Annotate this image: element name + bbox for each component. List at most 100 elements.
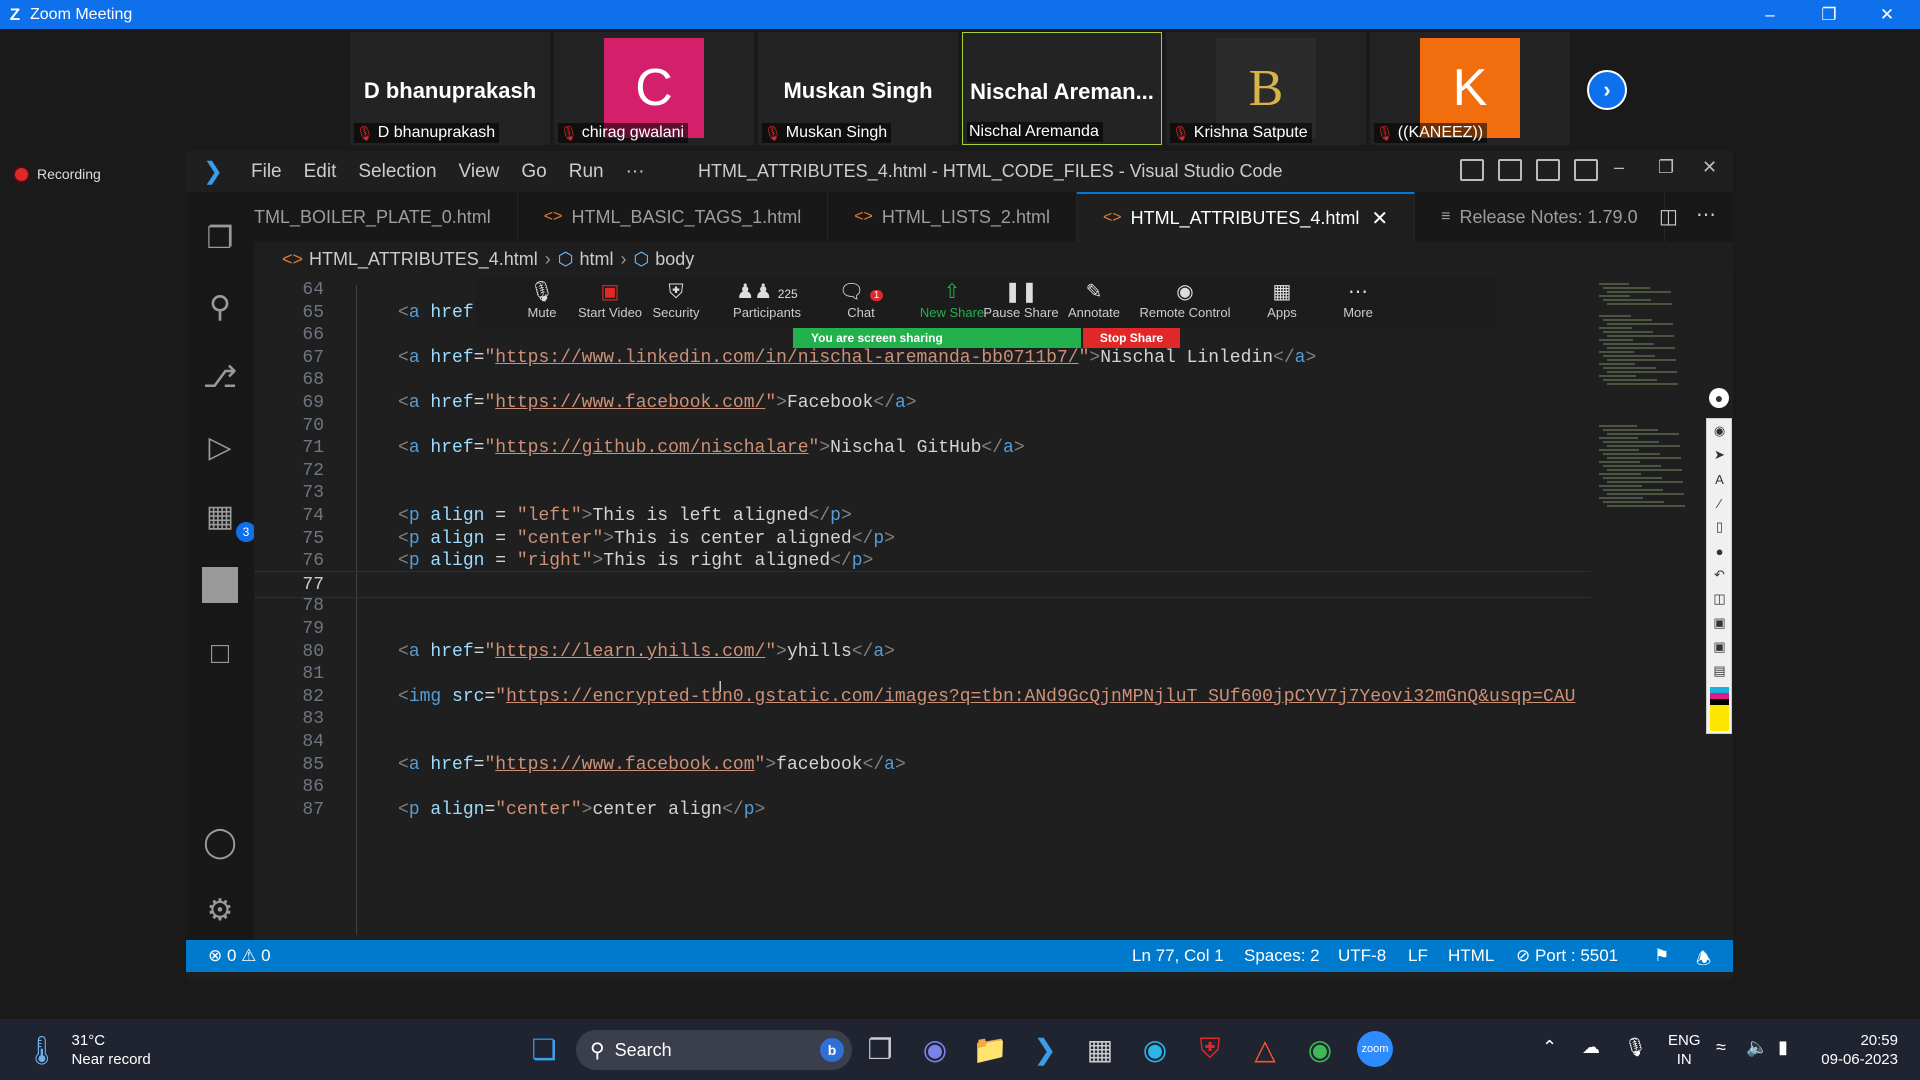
menu-more[interactable]: ···	[615, 161, 656, 183]
menu-file[interactable]: File	[240, 161, 293, 183]
file-explorer-icon[interactable]: 📁	[972, 1031, 1008, 1067]
vscode-restore-button[interactable]: ❐	[1658, 157, 1674, 178]
end-of-line[interactable]: LF	[1408, 946, 1428, 966]
save-icon[interactable]: ▣	[1710, 615, 1729, 631]
explorer-icon[interactable]: ❐	[200, 218, 240, 258]
eraser-icon[interactable]: ▯	[1710, 519, 1729, 535]
tab-basic-tags[interactable]: <> HTML_BASIC_TAGS_1.html	[518, 192, 829, 242]
tab-lists[interactable]: <> HTML_LISTS_2.html	[828, 192, 1077, 242]
tab-boiler-plate[interactable]: TML_BOILER_PLATE_0.html	[254, 192, 518, 242]
remote-explorer-icon[interactable]: □	[200, 634, 240, 674]
undo-icon[interactable]: ↶	[1710, 567, 1729, 583]
language-mode[interactable]: HTML	[1448, 946, 1494, 966]
tab-release-notes[interactable]: ≡ Release Notes: 1.79.0	[1415, 192, 1665, 242]
color-yellow-swatch[interactable]	[1710, 711, 1729, 731]
close-button[interactable]: ✕	[1858, 0, 1916, 29]
edge-icon[interactable]: ◉	[1137, 1031, 1173, 1067]
pause-share-button[interactable]: ❚❚ Pause Share	[981, 279, 1061, 320]
code-editor[interactable]: 64 65 <a href 66 67 <a href="https://www.link…	[254, 275, 1591, 940]
onedrive-cloud-icon[interactable]: ☁	[1582, 1037, 1600, 1058]
toggle-secondary-sidebar-icon[interactable]	[1536, 159, 1560, 181]
select-arrow-icon[interactable]: ➤	[1710, 447, 1729, 463]
participant-tile[interactable]: Muskan Singh 🎙 Muskan Singh	[758, 32, 958, 145]
spotlight-icon[interactable]: ◉	[1710, 423, 1729, 439]
format-dot-icon[interactable]: ●	[1710, 543, 1729, 559]
next-page-button[interactable]: ›	[1587, 70, 1627, 110]
clear-trash-icon[interactable]: ◫	[1710, 591, 1729, 607]
microsoft-store-icon[interactable]: ▦	[1082, 1031, 1118, 1067]
weather-widget[interactable]: 🌡 31°C Near record	[24, 1031, 151, 1069]
recording-indicator[interactable]: Recording	[15, 166, 101, 182]
encoding[interactable]: UTF-8	[1338, 946, 1386, 966]
camera-icon[interactable]: ▣	[1710, 639, 1729, 655]
color-palette-icon[interactable]	[1710, 687, 1729, 711]
notifications-bell-icon[interactable]: 🕭	[1696, 946, 1711, 975]
participant-tile[interactable]: D bhanuprakash 🎙 D bhanuprakash	[350, 32, 550, 145]
menu-edit[interactable]: Edit	[293, 161, 348, 183]
vscode-minimize-button[interactable]: –	[1614, 157, 1624, 178]
text-tool-icon[interactable]: A	[1710, 471, 1729, 487]
screen-sharing-bar[interactable]: You are screen sharing	[793, 328, 1081, 348]
menu-go[interactable]: Go	[510, 161, 557, 183]
new-share-button[interactable]: ⇧ New Share	[912, 279, 992, 320]
show-hidden-icons-chevron-up-icon[interactable]: ⌃	[1542, 1037, 1557, 1058]
search-icon[interactable]: ⚲	[200, 287, 240, 327]
participant-tile[interactable]: C 🎙 chirag gwalani	[554, 32, 754, 145]
live-server-port[interactable]: ⊘ Port : 5501	[1516, 946, 1618, 966]
more-actions-icon[interactable]: ⋯	[1696, 202, 1716, 227]
run-debug-icon[interactable]: ▷	[200, 427, 240, 467]
stop-square-icon[interactable]	[200, 565, 240, 605]
clipboard-icon[interactable]: ▤	[1710, 663, 1729, 679]
participants-button[interactable]: ♟♟ 225 Participants	[722, 279, 812, 320]
split-editor-icon[interactable]: ◫	[1659, 204, 1678, 229]
cursor-position[interactable]: Ln 77, Col 1	[1132, 946, 1224, 966]
chat-button[interactable]: 🗨 1 Chat	[821, 279, 901, 320]
breadcrumb-body[interactable]: body	[655, 249, 694, 270]
menu-view[interactable]: View	[448, 161, 511, 183]
clock[interactable]: 20:59 09-06-2023	[1818, 1031, 1898, 1069]
menu-run[interactable]: Run	[558, 161, 615, 183]
toggle-panel-icon[interactable]	[1498, 159, 1522, 181]
apps-button[interactable]: ▦ Apps	[1242, 279, 1322, 320]
breadcrumb-html[interactable]: html	[579, 249, 613, 270]
more-button[interactable]: ⋯ More	[1318, 279, 1398, 320]
menu-selection[interactable]: Selection	[347, 161, 447, 183]
participant-tile[interactable]: K 🎙 ((KANEEZ))	[1370, 32, 1570, 145]
security-button[interactable]: ⛨ Security	[636, 279, 716, 320]
restore-button[interactable]: ❐	[1800, 0, 1858, 29]
teams-chat-icon[interactable]: ◉	[917, 1031, 953, 1067]
customize-layout-icon[interactable]	[1574, 159, 1598, 181]
battery-icon[interactable]: ▮	[1778, 1037, 1788, 1058]
start-windows-icon[interactable]: ❏	[526, 1031, 562, 1067]
annotation-handle-icon[interactable]: ●	[1709, 388, 1729, 408]
source-control-icon[interactable]: ⎇	[200, 357, 240, 397]
microphone-icon[interactable]: 🎙	[1624, 1037, 1647, 1058]
feedback-icon[interactable]: ⚑	[1654, 946, 1669, 966]
language-indicator[interactable]: ENG IN	[1668, 1031, 1701, 1069]
close-tab-icon[interactable]: ✕	[1371, 206, 1388, 231]
settings-gear-icon[interactable]: ⚙	[200, 890, 240, 930]
mcafee-icon[interactable]: ⛨	[1192, 1031, 1228, 1067]
vscode-close-button[interactable]: ✕	[1702, 157, 1717, 178]
problems-status[interactable]: ⊗ 0 ⚠ 0	[208, 946, 271, 966]
vscode-taskbar-icon[interactable]: ❯	[1027, 1031, 1063, 1067]
code-line[interactable]: 87 <p align="center">center align</p>	[254, 797, 1591, 824]
participant-tile-active-speaker[interactable]: Nischal Areman... Nischal Aremanda	[962, 32, 1162, 145]
taskbar-search[interactable]: ⚲ Search b	[576, 1030, 852, 1070]
zoom-taskbar-icon[interactable]: zoom	[1357, 1031, 1393, 1067]
volume-icon[interactable]: 🔈	[1746, 1037, 1768, 1058]
stop-share-button[interactable]: Stop Share	[1083, 328, 1180, 348]
brave-icon[interactable]: △	[1247, 1031, 1283, 1067]
wifi-icon[interactable]: ≈	[1716, 1037, 1726, 1058]
annotate-button[interactable]: ✎ Annotate	[1054, 279, 1134, 320]
indentation[interactable]: Spaces: 2	[1244, 946, 1320, 966]
task-view-icon[interactable]: ❐	[862, 1031, 898, 1067]
minimize-button[interactable]: –	[1741, 0, 1799, 29]
remote-control-button[interactable]: ◉ Remote Control	[1130, 279, 1240, 320]
tab-attributes[interactable]: <> HTML_ATTRIBUTES_4.html ✕	[1076, 192, 1416, 242]
participant-tile[interactable]: B 🎙 Krishna Satpute	[1166, 32, 1366, 145]
toggle-primary-sidebar-icon[interactable]	[1460, 159, 1484, 181]
extensions-icon[interactable]: ▦ 3	[200, 496, 256, 542]
chrome-icon[interactable]: ◉	[1302, 1031, 1338, 1067]
breadcrumb-file[interactable]: HTML_ATTRIBUTES_4.html	[309, 249, 538, 270]
